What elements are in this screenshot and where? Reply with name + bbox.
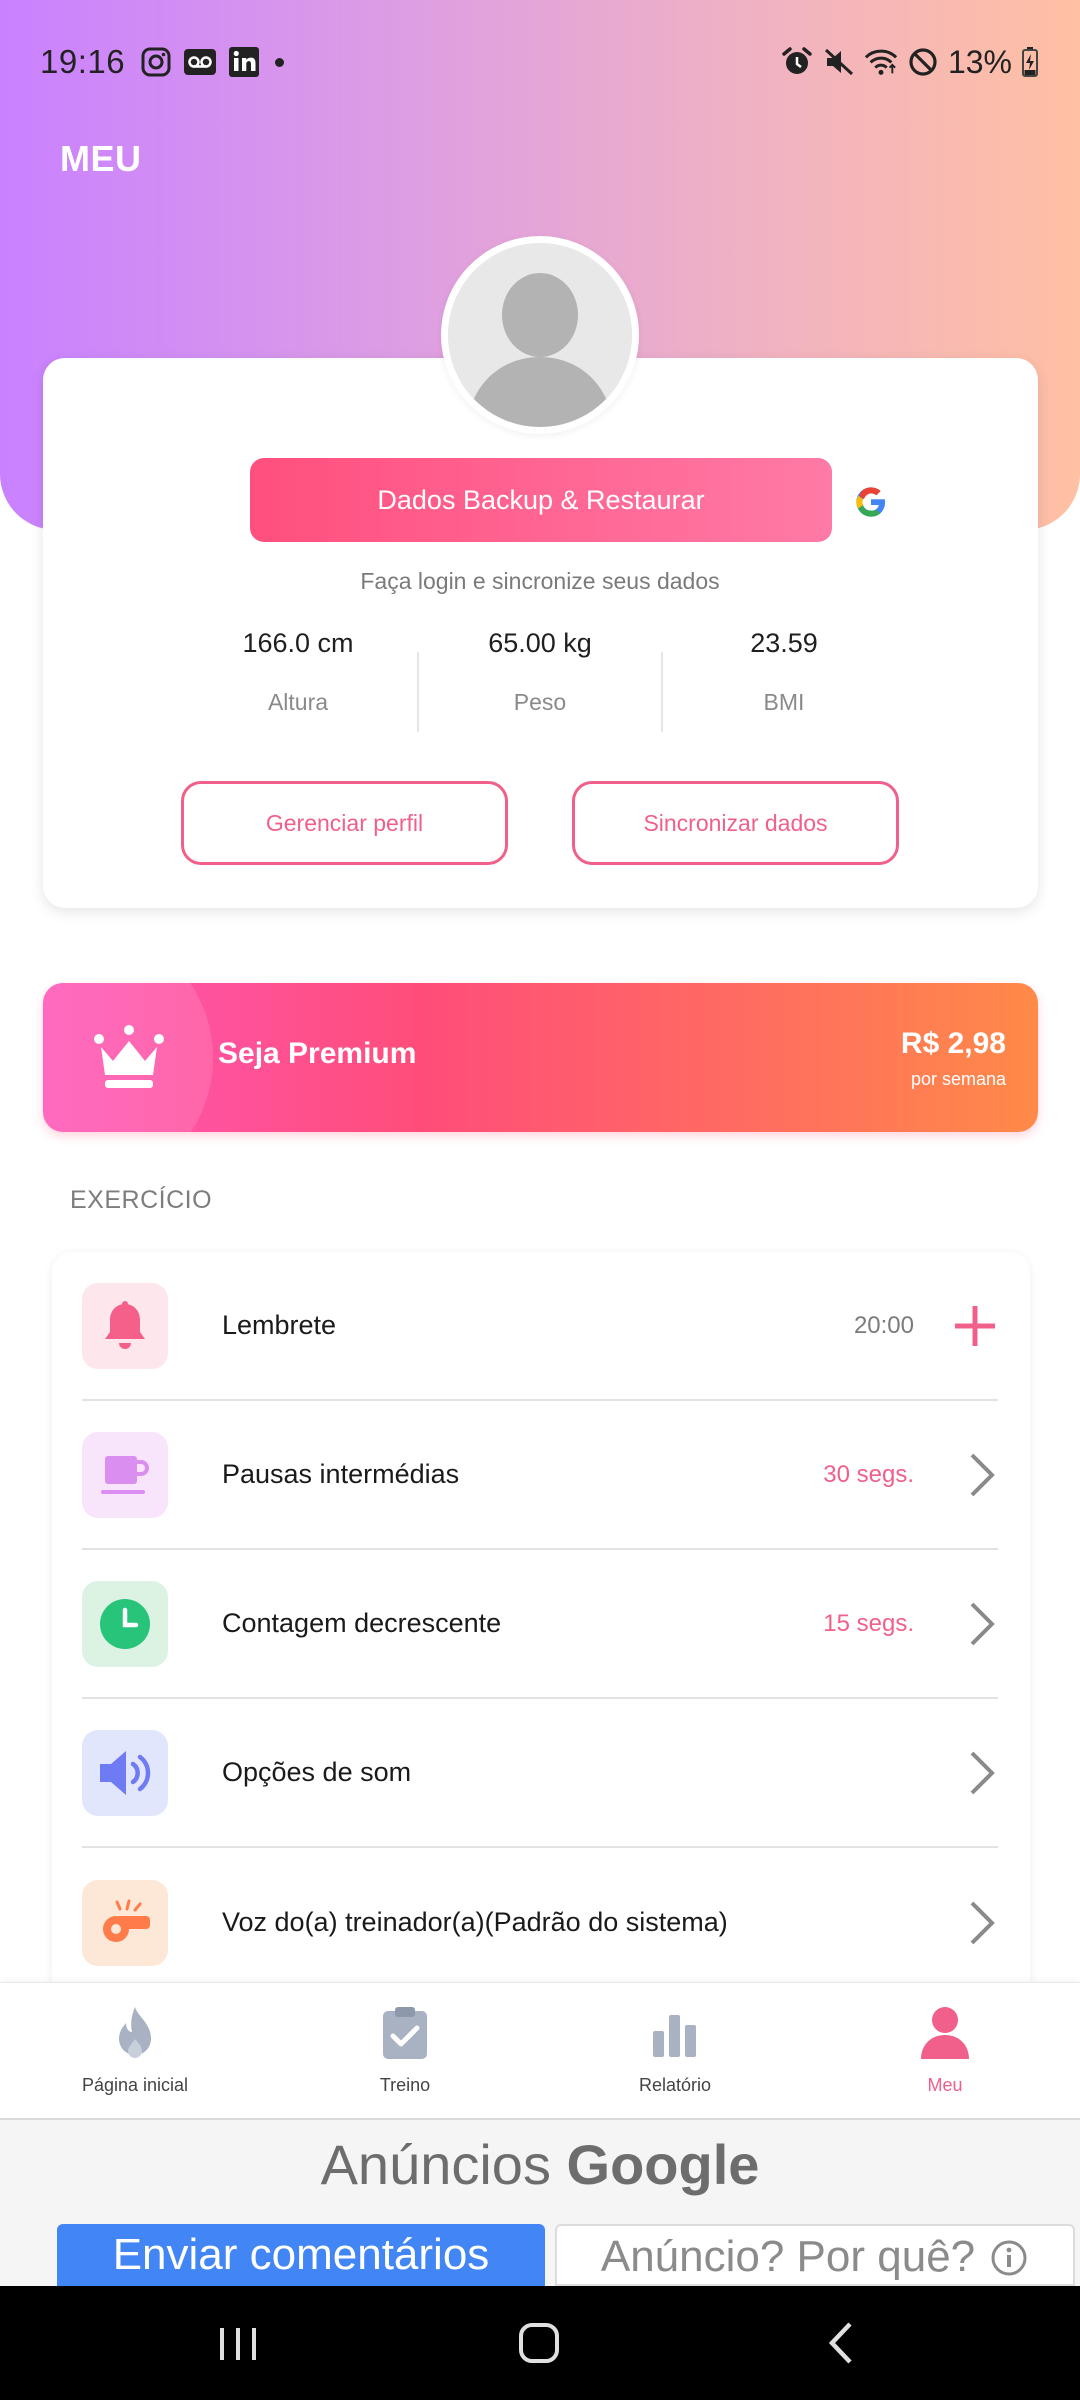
stat-value: 166.0 cm bbox=[242, 628, 354, 658]
premium-price: R$ 2,98 bbox=[900, 1027, 1006, 1060]
voicemail-icon bbox=[183, 45, 217, 79]
recent-apps-icon[interactable] bbox=[208, 2316, 268, 2370]
clipboard-check-icon bbox=[379, 2005, 431, 2061]
stat-divider bbox=[661, 652, 663, 732]
chevron-right-icon[interactable] bbox=[928, 1893, 998, 1953]
avatar[interactable] bbox=[441, 236, 639, 434]
add-icon[interactable] bbox=[928, 1296, 998, 1356]
list-item-label: Opções de som bbox=[222, 1757, 412, 1787]
status-bar: 19:16 13% bbox=[0, 34, 1080, 90]
linkedin-icon bbox=[227, 45, 261, 79]
nav-workout[interactable]: Treino bbox=[270, 1983, 540, 2121]
avatar-placeholder-icon bbox=[448, 243, 632, 427]
speaker-icon bbox=[82, 1729, 168, 1816]
crown-icon bbox=[93, 1023, 165, 1091]
stat-divider bbox=[417, 652, 419, 732]
list-item-countdown[interactable]: Contagem decrescente 15 segs. bbox=[82, 1550, 998, 1699]
premium-period: por semana bbox=[910, 1069, 1006, 1089]
manage-profile-button[interactable]: Gerenciar perfil bbox=[181, 781, 508, 865]
nav-label: Treino bbox=[379, 2075, 431, 2095]
clock-icon bbox=[82, 1580, 168, 1667]
bell-icon bbox=[82, 1282, 168, 1369]
instagram-icon bbox=[139, 45, 173, 79]
mute-icon bbox=[822, 45, 856, 79]
list-item-breaks[interactable]: Pausas intermédias 30 segs. bbox=[82, 1401, 998, 1550]
chevron-right-icon[interactable] bbox=[928, 1594, 998, 1654]
stat-label: Altura bbox=[267, 689, 329, 715]
nav-label: Relatório bbox=[638, 2075, 712, 2095]
send-feedback-button[interactable]: Enviar comentários bbox=[57, 2224, 545, 2286]
list-item-reminder[interactable]: Lembrete 20:00 bbox=[82, 1252, 998, 1401]
coffee-cup-icon bbox=[82, 1431, 168, 1518]
list-item-label: Pausas intermédias bbox=[222, 1459, 460, 1489]
back-icon[interactable] bbox=[812, 2316, 872, 2370]
home-icon[interactable] bbox=[510, 2316, 570, 2370]
nav-label: Página inicial bbox=[81, 2075, 189, 2095]
bottom-nav: Página inicial Treino Relatório Meu bbox=[0, 1982, 1080, 2120]
stat-label: Peso bbox=[513, 689, 567, 715]
stat-value: 65.00 kg bbox=[488, 628, 592, 658]
notification-dot bbox=[275, 57, 285, 67]
google-icon[interactable] bbox=[855, 486, 887, 518]
person-icon bbox=[919, 2005, 971, 2061]
alarm-icon bbox=[780, 45, 814, 79]
chevron-right-icon[interactable] bbox=[928, 1445, 998, 1505]
list-item-label: Lembrete bbox=[222, 1310, 337, 1340]
list-item-label: Voz do(a) treinador(a)(Padrão do sistema… bbox=[222, 1907, 728, 1937]
stat-value: 23.59 bbox=[750, 628, 818, 658]
section-title: EXERCÍCIO bbox=[70, 1186, 213, 1214]
why-this-ad-button[interactable]: Anúncio? Por quê? bbox=[555, 2224, 1075, 2286]
nav-label: Meu bbox=[927, 2075, 963, 2095]
nav-home[interactable]: Página inicial bbox=[0, 1983, 270, 2121]
stat-height: 166.0 cm Altura bbox=[178, 628, 418, 716]
info-icon bbox=[991, 2240, 1027, 2276]
wifi-icon bbox=[864, 45, 898, 79]
whistle-icon bbox=[82, 1879, 168, 1966]
battery-charging-icon bbox=[1020, 45, 1040, 79]
stat-bmi: 23.59 BMI bbox=[664, 628, 904, 716]
ad-label-brand: Google bbox=[566, 2133, 760, 2196]
sync-data-button[interactable]: Sincronizar dados bbox=[572, 781, 899, 865]
ad-label-prefix: Anúncios bbox=[320, 2133, 551, 2196]
backup-restore-button[interactable]: Dados Backup & Restaurar bbox=[250, 458, 832, 542]
list-item-value: 30 segs. bbox=[823, 1460, 914, 1488]
ad-label: Anúncios Google bbox=[0, 2132, 1080, 2197]
ad-banner: Anúncios Google Enviar comentários Anúnc… bbox=[0, 2120, 1080, 2286]
exercise-settings-list: Lembrete 20:00 Pausas intermédias 30 seg… bbox=[52, 1252, 1030, 2012]
list-item-value: 15 segs. bbox=[823, 1609, 914, 1637]
nav-me[interactable]: Meu bbox=[810, 1983, 1080, 2121]
flame-icon bbox=[109, 2005, 161, 2061]
chevron-right-icon[interactable] bbox=[928, 1743, 998, 1803]
page-title: MEU bbox=[60, 138, 142, 179]
list-item-label: Contagem decrescente bbox=[222, 1608, 502, 1638]
stat-weight: 65.00 kg Peso bbox=[420, 628, 660, 716]
why-this-ad-label: Anúncio? Por quê? bbox=[600, 2232, 976, 2281]
list-item-sound-options[interactable]: Opções de som bbox=[82, 1699, 998, 1848]
status-time: 19:16 bbox=[40, 43, 126, 80]
login-hint: Faça login e sincronize seus dados bbox=[360, 568, 720, 594]
do-not-disturb-icon bbox=[906, 45, 940, 79]
premium-banner[interactable]: Seja Premium R$ 2,98 por semana bbox=[43, 983, 1038, 1132]
list-item-value: 20:00 bbox=[853, 1311, 914, 1339]
bar-chart-icon bbox=[649, 2005, 701, 2061]
premium-title: Seja Premium bbox=[218, 1037, 417, 1070]
system-nav-bar bbox=[0, 2286, 1080, 2400]
stat-label: BMI bbox=[763, 689, 805, 715]
nav-report[interactable]: Relatório bbox=[540, 1983, 810, 2121]
list-item-coach-voice[interactable]: Voz do(a) treinador(a)(Padrão do sistema… bbox=[82, 1848, 998, 1997]
battery-percent: 13% bbox=[947, 43, 1012, 80]
